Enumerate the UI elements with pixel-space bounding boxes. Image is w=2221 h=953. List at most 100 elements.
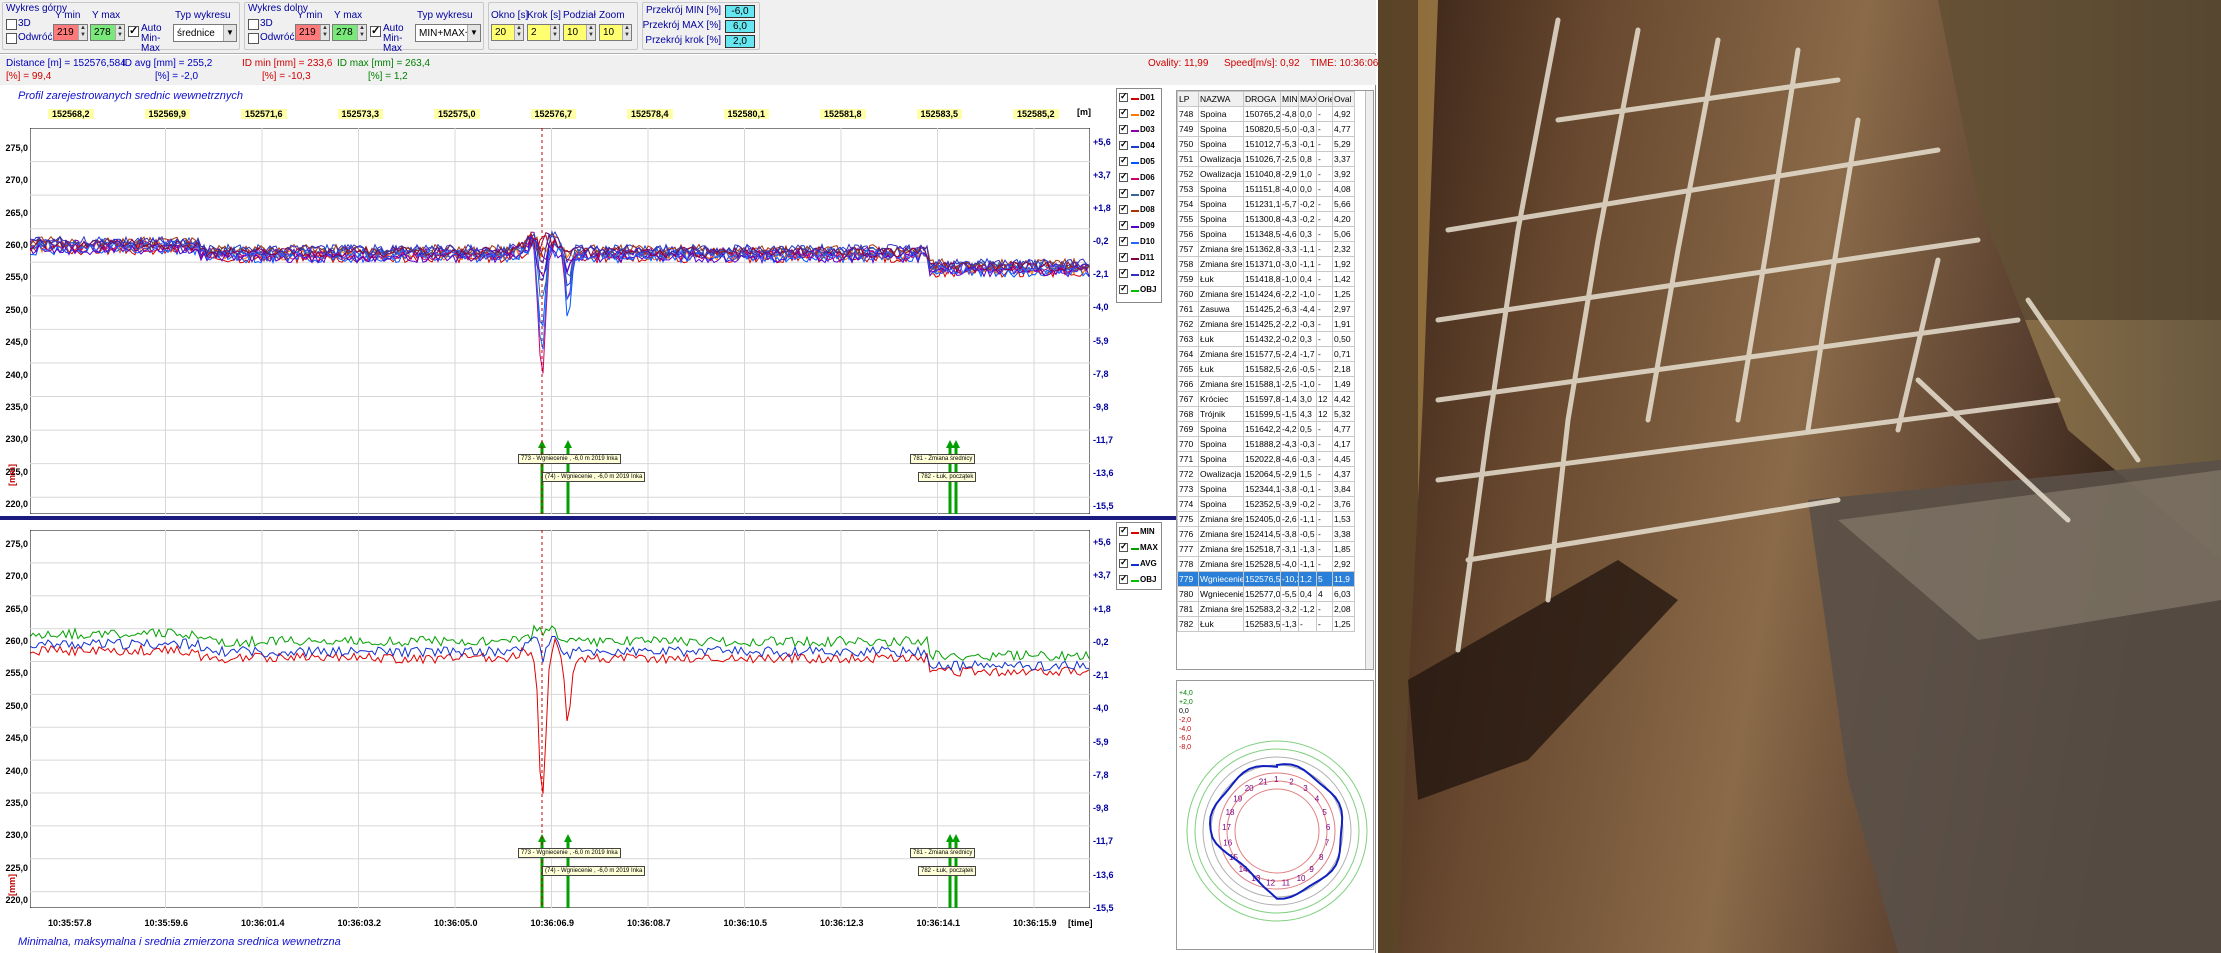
- spinner-arrows-icon[interactable]: ▲ ▼: [550, 25, 559, 40]
- table-row[interactable]: 766Zmiana średni151588,1-2,5-1,0-1,49: [1177, 376, 1355, 392]
- legend-item-d11[interactable]: D11: [1119, 251, 1155, 265]
- podzial-spinner[interactable]: 10 ▲ ▼: [563, 24, 596, 41]
- column-header[interactable]: DROGA: [1243, 91, 1281, 107]
- spinner-arrows-icon[interactable]: ▲ ▼: [320, 25, 329, 40]
- spinner-arrows-icon[interactable]: ▲ ▼: [622, 25, 631, 40]
- table-row[interactable]: 780 Wgniecenie 152577,0 -5,5 0,4 4 6,03: [1177, 586, 1355, 602]
- table-row[interactable]: 765 Łuk 151582,5 -2,6 -0,5-2,18: [1177, 361, 1355, 377]
- lower-event-label-781[interactable]: 781 - Zmiana średnicy: [910, 848, 976, 858]
- okno-spinner[interactable]: 20 ▲ ▼: [491, 24, 524, 41]
- cross-step-input[interactable]: 2,0: [725, 35, 755, 48]
- upper-type-select[interactable]: średnice ▼: [173, 24, 237, 42]
- table-row[interactable]: 778Zmiana średni152528,5-4,0-1,1-2,92: [1177, 556, 1355, 572]
- legend-checkbox[interactable]: [1119, 573, 1128, 584]
- legend-checkbox[interactable]: [1119, 187, 1128, 198]
- table-row[interactable]: 777Zmiana średni152518,7-3,1-1,3-1,85: [1177, 541, 1355, 557]
- legend-item-d04[interactable]: D04: [1119, 139, 1155, 153]
- legend-item-d02[interactable]: D02: [1119, 107, 1155, 121]
- lower-event-label-773[interactable]: 773 - Wgniecenie , -6,0 m 2019 Inka: [518, 848, 621, 858]
- table-row[interactable]: 757Zmiana średni151362,8-3,3-1,1-2,32: [1177, 241, 1355, 257]
- table-row[interactable]: 779Wgniecenie152576,5-10,31,2511,9: [1177, 571, 1355, 587]
- table-row[interactable]: 764Zmiana średni151577,5-2,4-1,7-0,71: [1177, 346, 1355, 362]
- spinner-arrows-icon[interactable]: ▲ ▼: [78, 25, 87, 40]
- table-row[interactable]: 752 Owalizacja 151040,8 -2,9 1,0-3,92: [1177, 166, 1355, 182]
- event-label-781[interactable]: 781 - Zmiana średnicy: [910, 454, 976, 464]
- lower-ymax-spinner[interactable]: 278 ▲ ▼: [332, 24, 367, 41]
- lower-event-label-774[interactable]: (74) - Wgniecenie , -6,0 m 2019 Inka: [542, 866, 646, 876]
- table-row[interactable]: 762Zmiana średni151425,2-2,2-0,3-1,91: [1177, 316, 1355, 332]
- upper-ymin-spinner[interactable]: 219 ▲ ▼: [53, 24, 88, 41]
- cross-max-input[interactable]: 6,0: [725, 20, 755, 33]
- legend-checkbox[interactable]: [1119, 557, 1128, 568]
- table-row[interactable]: 772 Owalizacja 152064,5 -2,9 1,5-4,37: [1177, 466, 1355, 482]
- legend-checkbox[interactable]: [1119, 219, 1128, 230]
- table-row[interactable]: 756 Spoina 151348,5 -4,6 0,3-5,06: [1177, 226, 1355, 242]
- legend-checkbox[interactable]: [1119, 251, 1128, 262]
- table-row[interactable]: 769 Spoina 151642,2 -4,2 0,5-4,77: [1177, 421, 1355, 437]
- lower-ymin-spinner[interactable]: 219 ▲ ▼: [295, 24, 330, 41]
- column-header[interactable]: Oval: [1332, 91, 1355, 107]
- table-row[interactable]: 775Zmiana średni152405,0-2,6-1,1-1,53: [1177, 511, 1355, 527]
- table-row[interactable]: 763 Łuk 151432,2 -0,2 0,3-0,50: [1177, 331, 1355, 347]
- event-label-774[interactable]: (74) - Wgniecenie , -6,0 m 2019 Inka: [542, 472, 646, 482]
- krok-spinner[interactable]: 2 ▲ ▼: [527, 24, 560, 41]
- legend-checkbox[interactable]: [1119, 541, 1128, 552]
- table-row[interactable]: 770 Spoina 151888,2 -4,3 -0,3-4,17: [1177, 436, 1355, 452]
- upper-flip-checkbox[interactable]: [6, 33, 17, 44]
- legend-item-min[interactable]: MIN: [1119, 525, 1155, 539]
- legend-item-d12[interactable]: D12: [1119, 267, 1155, 281]
- legend-checkbox[interactable]: [1119, 267, 1128, 278]
- legend-checkbox[interactable]: [1119, 139, 1128, 150]
- table-row[interactable]: 751 Owalizacja 151026,7 -2,5 0,8-3,37: [1177, 151, 1355, 167]
- lower-flip-checkbox[interactable]: [248, 33, 259, 44]
- legend-item-d07[interactable]: D07: [1119, 187, 1155, 201]
- upper-3d-checkbox[interactable]: [6, 19, 17, 30]
- table-row[interactable]: 759 Łuk 151418,8 -1,0 0,4-1,42: [1177, 271, 1355, 287]
- chart-splitter[interactable]: [0, 516, 1176, 520]
- lower-3d-checkbox[interactable]: [248, 19, 259, 30]
- spinner-arrows-icon[interactable]: ▲ ▼: [514, 25, 523, 40]
- column-header[interactable]: MIN: [1280, 91, 1299, 107]
- zoom-spinner[interactable]: 10 ▲ ▼: [599, 24, 632, 41]
- legend-item-d10[interactable]: D10: [1119, 235, 1155, 249]
- legend-item-avg[interactable]: AVG: [1119, 557, 1157, 571]
- column-header[interactable]: NAZWA: [1198, 91, 1244, 107]
- table-row[interactable]: 767 Króciec 151597,8 -1,4 3,0 12 4,42: [1177, 391, 1355, 407]
- table-row[interactable]: 771 Spoina 152022,8 -4,6 -0,3-4,45: [1177, 451, 1355, 467]
- legend-checkbox[interactable]: [1119, 155, 1128, 166]
- events-table[interactable]: LPNAZWADROGAMINMAXOrienOval 748Spoina150…: [1176, 90, 1374, 670]
- table-row[interactable]: 753 Spoina 151151,8 -4,0 0,0-4,08: [1177, 181, 1355, 197]
- event-label-773[interactable]: 773 - Wgniecenie , -6,0 m 2019 Inka: [518, 454, 621, 464]
- lower-type-select[interactable]: MIN+MAX+AVG▼: [415, 24, 481, 42]
- legend-checkbox[interactable]: [1119, 235, 1128, 246]
- cross-min-input[interactable]: -6,0: [725, 5, 755, 18]
- table-row[interactable]: 749 Spoina 150820,5 -5,0 -0,3-4,77: [1177, 121, 1355, 137]
- table-row[interactable]: 782 Łuk 152583,5 -1,3- -1,25: [1177, 616, 1355, 632]
- table-row[interactable]: 761 Zasuwa 151425,2 -6,3 -4,4-2,97: [1177, 301, 1355, 317]
- legend-item-d03[interactable]: D03: [1119, 123, 1155, 137]
- legend-item-d06[interactable]: D06: [1119, 171, 1155, 185]
- table-row[interactable]: 748 Spoina 150765,2 -4,8 0,0-4,92: [1177, 106, 1355, 122]
- table-row[interactable]: 754 Spoina 151231,1 -5,7 -0,2-5,66: [1177, 196, 1355, 212]
- table-scrollbar[interactable]: [1365, 91, 1373, 669]
- legend-item-max[interactable]: MAX: [1119, 541, 1158, 555]
- lower-auto-checkbox[interactable]: [370, 24, 381, 37]
- legend-checkbox[interactable]: [1119, 171, 1128, 182]
- table-row[interactable]: 773 Spoina 152344,1 -3,8 -0,1-3,84: [1177, 481, 1355, 497]
- legend-checkbox[interactable]: [1119, 91, 1128, 102]
- legend-checkbox[interactable]: [1119, 107, 1128, 118]
- column-header[interactable]: Orien: [1316, 91, 1333, 107]
- table-row[interactable]: 750 Spoina 151012,7 -5,3 -0,1-5,29: [1177, 136, 1355, 152]
- spinner-arrows-icon[interactable]: ▲ ▼: [586, 25, 595, 40]
- legend-item-d08[interactable]: D08: [1119, 203, 1155, 217]
- legend-item-d01[interactable]: D01: [1119, 91, 1155, 105]
- table-row[interactable]: 776Zmiana średni152414,5-3,8-0,5-3,38: [1177, 526, 1355, 542]
- legend-checkbox[interactable]: [1119, 283, 1128, 294]
- legend-item-d05[interactable]: D05: [1119, 155, 1155, 169]
- table-row[interactable]: 758Zmiana średni151371,0-3,0-1,1-1,92: [1177, 256, 1355, 272]
- legend-checkbox[interactable]: [1119, 123, 1128, 134]
- table-row[interactable]: 774 Spoina 152352,5 -3,9 -0,2-3,76: [1177, 496, 1355, 512]
- table-row[interactable]: 768 Trójnik 151599,5 -1,5 4,3 12 5,32: [1177, 406, 1355, 422]
- spinner-arrows-icon[interactable]: ▲ ▼: [357, 25, 366, 40]
- legend-item-d09[interactable]: D09: [1119, 219, 1155, 233]
